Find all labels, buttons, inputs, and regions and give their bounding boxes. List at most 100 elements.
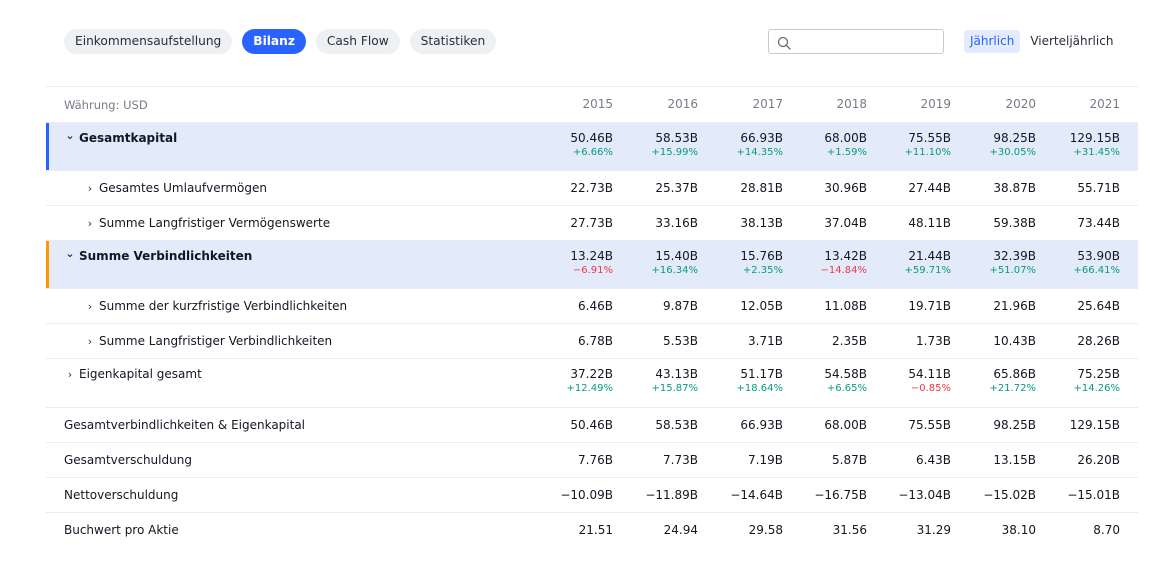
chevron-right-icon[interactable]: › — [64, 368, 76, 381]
value-cell: 129.15B — [1042, 418, 1120, 433]
tab-balance-sheet[interactable]: Bilanz — [242, 29, 306, 54]
value-cell: −13.04B — [873, 488, 951, 503]
row-label-text: Gesamtes Umlaufvermögen — [99, 181, 267, 195]
row-label: › Summe der kurzfristige Verbindlichkeite… — [84, 299, 347, 313]
value-cell: 37.22B +12.49% — [535, 367, 613, 395]
value-amount: 50.46B — [570, 131, 613, 145]
value-change: +15.87% — [651, 383, 698, 394]
value-change: +16.34% — [651, 265, 698, 276]
value-cell: 19.71B — [873, 299, 951, 314]
value-cell: 6.43B — [873, 453, 951, 468]
value-amount: 22.73B — [570, 181, 613, 195]
table-row[interactable]: › Gesamtes Umlaufvermögen 22.73B 25.37B 28.8… — [46, 170, 1138, 205]
value-amount: 6.78B — [578, 334, 613, 348]
table-row[interactable]: › Summe Langfristiger Verbindlichkeiten 6.… — [46, 323, 1138, 358]
value-cell: −14.64B — [705, 488, 783, 503]
row-label: › Summe Langfristiger Vermögenswerte — [84, 216, 330, 230]
value-cell: 65.86B +21.72% — [958, 367, 1036, 395]
chevron-right-icon[interactable]: › — [84, 300, 96, 313]
row-label-text: Gesamtverschuldung — [64, 453, 192, 467]
value-cell: 6.78B — [535, 334, 613, 349]
search-icon — [777, 35, 791, 50]
value-amount: 8.70 — [1093, 523, 1120, 537]
table-row[interactable]: › Summe Langfristiger Vermögenswerte 27.73… — [46, 205, 1138, 240]
value-change: +1.59% — [826, 147, 867, 158]
value-cell: −10.09B — [535, 488, 613, 503]
search-input[interactable] — [797, 33, 937, 50]
row-label-text: Nettoverschuldung — [64, 488, 179, 502]
value-amount: 29.58 — [748, 523, 783, 537]
row-accent-bar — [46, 123, 49, 170]
value-cell: 43.13B +15.87% — [620, 367, 698, 395]
value-amount: 43.13B — [655, 367, 698, 381]
value-change: +6.65% — [826, 383, 867, 394]
row-label-text: Summe Verbindlichkeiten — [79, 249, 253, 263]
value-cell: 5.53B — [620, 334, 698, 349]
value-cell: 25.64B — [1042, 299, 1120, 314]
value-amount: 24.94 — [663, 523, 698, 537]
value-amount: 28.26B — [1077, 334, 1120, 348]
tab-income-statement[interactable]: Einkommensaufstellung — [64, 29, 233, 54]
period-annual-button[interactable]: Jährlich — [964, 30, 1021, 53]
value-cell: 50.46B +6.66% — [535, 131, 613, 159]
value-amount: 98.25B — [993, 418, 1036, 432]
value-change: +2.35% — [742, 265, 783, 276]
chevron-right-icon[interactable]: › — [84, 335, 96, 348]
value-cell: 73.44B — [1042, 216, 1120, 231]
table-row[interactable]: ⌄ Gesamtkapital 50.46B +6.66% 58.53B +15.99% 6… — [46, 122, 1138, 170]
value-amount: 7.76B — [578, 453, 613, 467]
value-amount: 32.39B — [993, 249, 1036, 263]
value-cell: 27.44B — [873, 181, 951, 196]
chevron-down-icon[interactable]: ⌄ — [64, 247, 76, 260]
tab-statistics[interactable]: Statistiken — [409, 29, 497, 54]
value-amount: 6.43B — [916, 453, 951, 467]
value-cell: 51.17B +18.64% — [705, 367, 783, 395]
currency-label: Währung: USD — [64, 98, 148, 112]
row-label: Gesamtverschuldung — [64, 453, 192, 467]
value-amount: 19.71B — [908, 299, 951, 313]
table-row[interactable]: ⌄ Summe Verbindlichkeiten 13.24B −6.91% 15.4… — [46, 240, 1138, 288]
value-cell: 31.29 — [873, 523, 951, 538]
chevron-right-icon[interactable]: › — [84, 182, 96, 195]
row-label-text: Summe der kurzfristige Verbindlichkeiten — [99, 299, 348, 313]
value-amount: 51.17B — [740, 367, 783, 381]
tab-cash-flow[interactable]: Cash Flow — [315, 29, 400, 54]
value-change: +12.49% — [566, 383, 613, 394]
row-label-text: Buchwert pro Aktie — [64, 523, 179, 537]
value-cell: 48.11B — [873, 216, 951, 231]
value-cell: 9.87B — [620, 299, 698, 314]
value-cell: 30.96B — [789, 181, 867, 196]
search-box[interactable] — [768, 29, 944, 54]
row-label-text: Summe Langfristiger Verbindlichkeiten — [99, 334, 333, 348]
statement-tabs: Einkommensaufstellung Bilanz Cash Flow S… — [64, 29, 497, 54]
value-change: +30.05% — [989, 147, 1036, 158]
value-cell: −15.02B — [958, 488, 1036, 503]
row-accent-bar — [46, 241, 49, 288]
value-amount: 26.20B — [1077, 453, 1120, 467]
value-amount: 73.44B — [1077, 216, 1120, 230]
value-amount: 2.35B — [832, 334, 867, 348]
period-quarterly-button[interactable]: Vierteljährlich — [1024, 30, 1119, 53]
value-amount: 65.86B — [993, 367, 1036, 381]
chevron-down-icon[interactable]: ⌄ — [64, 129, 76, 142]
value-amount: −15.02B — [983, 488, 1036, 502]
value-amount: 38.13B — [740, 216, 783, 230]
value-cell: 58.53B — [620, 418, 698, 433]
value-cell: 75.55B — [873, 418, 951, 433]
value-amount: −11.89B — [645, 488, 698, 502]
value-cell: 10.43B — [958, 334, 1036, 349]
chevron-right-icon[interactable]: › — [84, 217, 96, 230]
value-cell: 13.42B −14.84% — [789, 249, 867, 277]
table-row[interactable]: › Summe der kurzfristige Verbindlichkeite… — [46, 288, 1138, 323]
value-cell: 27.73B — [535, 216, 613, 231]
value-amount: 68.00B — [824, 131, 867, 145]
table-row[interactable]: › Eigenkapital gesamt 37.22B +12.49% 43.13B +… — [46, 358, 1138, 407]
value-amount: 11.08B — [824, 299, 867, 313]
value-amount: 33.16B — [655, 216, 698, 230]
row-label-text: Summe Langfristiger Vermögenswerte — [99, 216, 331, 230]
value-cell: 31.56 — [789, 523, 867, 538]
value-amount: 59.38B — [993, 216, 1036, 230]
value-cell: 21.44B +59.71% — [873, 249, 951, 277]
value-cell: 98.25B +30.05% — [958, 131, 1036, 159]
value-amount: 30.96B — [824, 181, 867, 195]
